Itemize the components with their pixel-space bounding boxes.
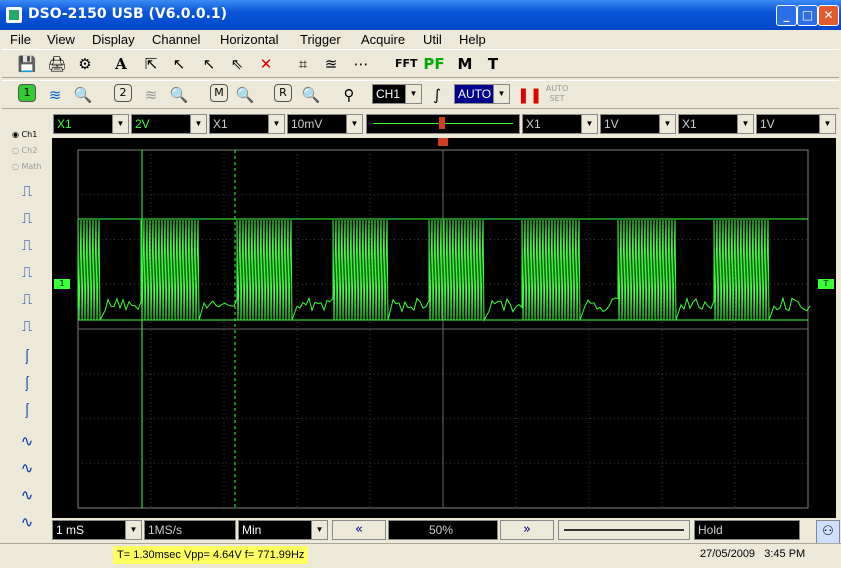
math-toggle-button[interactable]: M — [210, 84, 228, 102]
pulse-pos-icon[interactable]: ⎍ — [16, 180, 38, 202]
scroll-left-button[interactable]: « — [332, 520, 386, 540]
ch1-volts-select[interactable]: 2V ▼ — [131, 114, 207, 134]
sine4-icon[interactable]: ∿ — [16, 511, 38, 533]
title-bar: DSO-2150 USB (V6.0.0.1) _ □ ✕ — [0, 0, 841, 30]
trigger-button[interactable]: T — [482, 53, 504, 75]
trigger-slope-icon[interactable]: ∫ — [426, 84, 448, 106]
ref-zoom-icon[interactable]: 🔍 — [300, 84, 322, 106]
pulse-period-icon[interactable]: ⎍ — [16, 261, 38, 283]
pass-fail-button[interactable]: PF — [423, 53, 445, 75]
ch1-zoom-icon[interactable]: 🔍 — [72, 84, 94, 106]
app-icon — [6, 7, 22, 23]
sample-rate-display: 1MS/s — [144, 520, 236, 540]
save-icon[interactable]: 💾 — [16, 53, 38, 75]
bottom-bar: 1 mS ▼ 1MS/s Min ▼ « 50% » Hold — [52, 519, 836, 541]
ch1-mult-select[interactable]: X1 ▼ — [209, 114, 285, 134]
menu-view[interactable]: View — [47, 32, 75, 47]
ch2-mult-select[interactable]: X1 ▼ — [678, 114, 754, 134]
ch1-toggle-button[interactable]: 1 — [18, 84, 36, 102]
stop-icon[interactable]: ❚❚ — [517, 84, 539, 106]
ch1-marker[interactable]: 1 — [54, 279, 70, 289]
acquire-mode-select[interactable]: Min ▼ — [238, 520, 328, 540]
text-tool-icon[interactable]: A — [110, 53, 132, 75]
pulse-width-icon[interactable]: ⎍ — [16, 234, 38, 256]
cursor-box-icon[interactable]: ⌗ — [292, 53, 314, 75]
menu-display[interactable]: Display — [92, 32, 135, 47]
trigger-position-slider[interactable] — [366, 114, 520, 134]
ch2-zoom-icon[interactable]: 🔍 — [168, 84, 190, 106]
left-panel: ◉ Ch1 ○ Ch2 ○ Math ⎍ ⎍ ⎍ ⎍ ⎍ ⎍ ⎰ ⎰ ⎰ ∿ ∿… — [0, 110, 52, 555]
menu-file[interactable]: File — [10, 32, 31, 47]
scope-display[interactable]: 1 T — [52, 138, 836, 518]
radio-math[interactable]: ○ Math — [12, 162, 42, 171]
cursor-cross-icon[interactable]: ⇱ — [140, 53, 162, 75]
menu-trigger[interactable]: Trigger — [300, 32, 341, 47]
window-title: DSO-2150 USB (V6.0.0.1) — [28, 6, 227, 22]
position-slider[interactable] — [558, 520, 690, 540]
print-icon[interactable]: 🖨 — [46, 53, 68, 75]
ch1-wave-icon[interactable]: ≋ — [44, 84, 66, 106]
maximize-button[interactable]: □ — [797, 5, 818, 26]
sine2-icon[interactable]: ∿ — [16, 457, 38, 479]
radio-ch1[interactable]: ◉ Ch1 — [12, 130, 37, 139]
ch1-trace — [78, 220, 810, 320]
minimize-button[interactable]: _ — [776, 5, 797, 26]
toolbar-channels: 1 ≋ 🔍 2 ≋ 🔍 M 🔍 R 🔍 ⚲ CH1 ▼ ∫ AUTO ▼ ❚❚ AU… — [2, 80, 839, 109]
trigger-source-select[interactable]: CH1 ▼ — [372, 84, 422, 104]
run-state-display: Hold — [694, 520, 800, 540]
fft-button[interactable]: FFT — [395, 53, 417, 75]
pulse-duty-icon[interactable]: ⎍ — [16, 288, 38, 310]
trigger-level-marker[interactable]: T — [818, 279, 834, 289]
print-setup-icon[interactable]: ⚙ — [74, 53, 96, 75]
menu-help[interactable]: Help — [459, 32, 486, 47]
menu-bar: File View Display Channel Horizontal Tri… — [0, 30, 841, 49]
ch1-probe-select[interactable]: X1 ▼ — [53, 114, 129, 134]
measurement-readout: T= 1.30msec Vpp= 4.64V f= 771.99Hz — [113, 546, 308, 564]
math-zoom-icon[interactable]: 🔍 — [234, 84, 256, 106]
waveform-compare-icon[interactable]: ≊ — [320, 53, 342, 75]
dotted-line-icon[interactable]: ⋯ — [350, 53, 372, 75]
trigger-level-select[interactable]: 10mV ▼ — [287, 114, 363, 134]
select-pointer-icon[interactable]: ⇖ — [226, 53, 248, 75]
trigger-mode-select[interactable]: AUTO ▼ — [454, 84, 510, 104]
clear-cursor-icon[interactable]: ✕ — [255, 53, 277, 75]
menu-horizontal[interactable]: Horizontal — [220, 32, 279, 47]
ch2-volts-select[interactable]: 1V ▼ — [600, 114, 676, 134]
pointer-icon[interactable]: ↖ — [198, 53, 220, 75]
position-display: 50% — [388, 520, 498, 540]
radio-ch2[interactable]: ○ Ch2 — [12, 146, 37, 155]
toolbar-main: 💾 🖨 ⚙ A ⇱ ↖ ↖ ⇖ ✕ ⌗ ≊ ⋯ FFT PF M T — [2, 49, 839, 78]
cursor-arrow-icon[interactable]: ↖ — [168, 53, 190, 75]
sine-icon[interactable]: ∿ — [16, 430, 38, 452]
pulse-neg-icon[interactable]: ⎍ — [16, 207, 38, 229]
ref-toggle-button[interactable]: R — [274, 84, 292, 102]
measure-button[interactable]: M — [454, 53, 476, 75]
auto-set-button[interactable]: AUTO SET — [543, 84, 571, 106]
ch2-wave-icon[interactable]: ≋ — [140, 84, 162, 106]
pulse-duty2-icon[interactable]: ⎍ — [16, 315, 38, 337]
menu-channel[interactable]: Channel — [152, 32, 200, 47]
status-date: 27/05/2009 3:45 PM — [700, 548, 805, 560]
ch2-probe-select[interactable]: X1 ▼ — [522, 114, 598, 134]
connect-usb-icon[interactable]: ⚇ — [816, 520, 840, 544]
scroll-right-button[interactable]: » — [500, 520, 554, 540]
magnifier-icon[interactable]: ⚲ — [338, 84, 360, 106]
sine3-icon[interactable]: ∿ — [16, 484, 38, 506]
trigger-position-marker[interactable] — [438, 138, 448, 146]
rise-time-icon[interactable]: ⎰ — [16, 346, 38, 368]
edge-icon[interactable]: ⎰ — [16, 400, 38, 422]
ch2-toggle-button[interactable]: 2 — [114, 84, 132, 102]
fall-time-icon[interactable]: ⎰ — [16, 373, 38, 395]
menu-acquire[interactable]: Acquire — [361, 32, 405, 47]
menu-util[interactable]: Util — [423, 32, 442, 47]
timebase-select[interactable]: 1 mS ▼ — [52, 520, 142, 540]
close-button[interactable]: ✕ — [818, 5, 839, 26]
status-bar: T= 1.30msec Vpp= 4.64V f= 771.99Hz 27/05… — [0, 543, 841, 568]
ch2-volts2-select[interactable]: 1V ▼ — [756, 114, 836, 134]
waveform-canvas — [52, 138, 836, 518]
